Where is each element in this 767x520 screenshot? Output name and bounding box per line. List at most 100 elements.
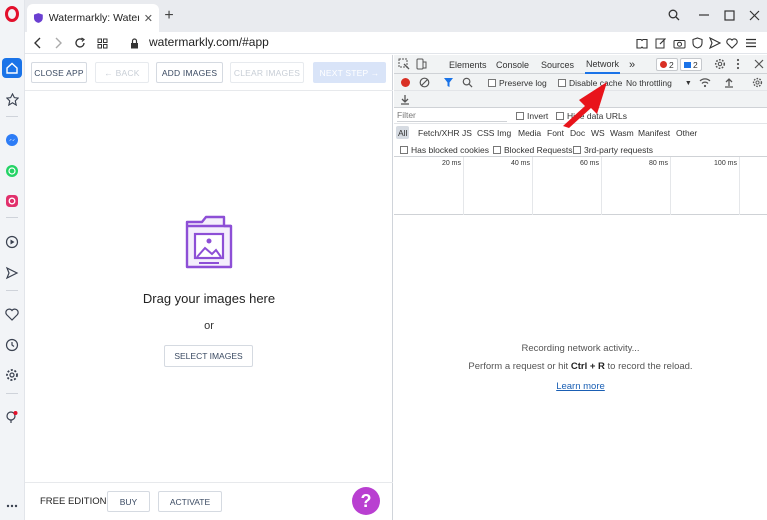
devtools-settings-icon[interactable] [714,58,726,70]
next-step-button[interactable]: NEXT STEP → [313,62,386,83]
timeline-gridline [601,157,602,215]
star-icon[interactable] [2,89,22,109]
camera-icon[interactable] [671,35,687,51]
reload-icon[interactable] [71,34,89,52]
drop-zone-title: Drag your images here [142,291,276,306]
tab-bar: Watermarkly: Watermark P ✕ + [25,0,767,32]
export-har-icon[interactable] [400,94,410,105]
tab-network[interactable]: Network [585,55,621,74]
throttling-select[interactable]: No throttling ▼ [626,78,692,88]
back-icon[interactable] [29,34,47,52]
tab-title: Watermarkly: Watermark P [48,12,139,24]
type-fetch-xhr[interactable]: Fetch/XHR [416,126,462,139]
recording-hint: Perform a request or hit Ctrl + R to rec… [394,361,767,372]
timeline-gridline [463,157,464,215]
settings-gear-icon[interactable] [2,365,22,385]
tab-console[interactable]: Console [496,55,529,74]
url-field[interactable]: watermarkly.com/#app [149,35,269,49]
tab-grid-icon[interactable] [93,34,111,52]
instagram-icon[interactable] [2,191,22,211]
browser-tab[interactable]: Watermarkly: Watermark P ✕ [27,4,159,32]
messenger-icon[interactable] [2,130,22,150]
has-blocked-cookies-checkbox[interactable]: Has blocked cookies [400,145,489,155]
blocked-requests-checkbox[interactable]: Blocked Requests [493,145,573,155]
vpn-shield-icon[interactable] [689,35,705,51]
help-button[interactable]: ? [352,487,380,515]
back-button[interactable]: ← BACK [95,62,149,83]
more-tabs-icon[interactable]: » [629,55,635,74]
invert-checkbox[interactable]: Invert [516,111,548,121]
sidebar-divider [6,393,18,394]
new-tab-button[interactable]: + [161,7,177,24]
hint-shortcut: Ctrl + R [570,361,605,372]
menu-icon[interactable] [743,35,759,51]
network-timeline: 20 ms 40 ms 60 ms 80 ms 100 ms [394,157,767,215]
select-images-button[interactable]: SELECT IMAGES [164,345,253,367]
opera-logo-icon[interactable] [2,4,22,24]
tab-elements[interactable]: Elements [449,55,487,74]
home-icon[interactable] [2,58,22,78]
devtools-close-icon[interactable] [754,59,764,69]
third-party-requests-checkbox[interactable]: 3rd-party requests [573,145,653,155]
drop-zone-or: or [204,320,214,332]
close-tab-icon[interactable]: ✕ [144,12,153,25]
type-img[interactable]: Img [495,126,513,139]
minimize-icon[interactable] [695,6,713,24]
more-icon[interactable] [2,496,22,516]
type-js[interactable]: JS [460,126,474,139]
type-all[interactable]: All [396,126,410,139]
invert-label: Invert [527,111,549,121]
bookmark-heart-icon[interactable] [724,35,740,51]
record-icon[interactable] [401,78,410,87]
type-other[interactable]: Other [674,126,699,139]
inspect-element-icon[interactable] [398,58,410,70]
message-count-badge[interactable]: 2 [680,58,702,71]
learn-more-link[interactable]: Learn more [394,381,767,392]
type-manifest[interactable]: Manifest [636,126,672,139]
close-window-icon[interactable] [745,6,763,24]
tips-bulb-icon[interactable] [2,407,22,427]
app-toolbar: CLOSE APP ← BACK ADD IMAGES CLEAR IMAGES… [25,55,393,91]
shield-icon [33,13,43,23]
maximize-icon[interactable] [720,6,738,24]
activate-button[interactable]: ACTIVATE [158,491,222,512]
edit-icon[interactable] [653,35,669,51]
clear-icon[interactable] [419,77,430,88]
timeline-tick-label: 60 ms [579,160,599,167]
preserve-log-checkbox[interactable]: Preserve log [488,78,547,88]
preserve-log-label: Preserve log [499,78,547,88]
search-icon[interactable] [462,77,473,88]
send-icon[interactable] [2,263,22,283]
share-send-icon[interactable] [707,35,723,51]
import-har-icon[interactable] [724,77,734,88]
clear-images-button[interactable]: CLEAR IMAGES [230,62,304,83]
reader-icon[interactable] [634,35,650,51]
type-css[interactable]: CSS [475,126,496,139]
third-party-requests-label: 3rd-party requests [584,145,653,155]
heart-icon[interactable] [2,304,22,324]
error-count-badge[interactable]: 2 [656,58,678,71]
forward-icon[interactable] [49,34,67,52]
whatsapp-icon[interactable] [2,161,22,181]
filter-funnel-icon[interactable] [443,77,454,88]
network-conditions-icon[interactable] [699,77,711,88]
app-footer: FREE EDITION BUY ACTIVATE ? [25,482,393,520]
timeline-tick-label: 20 ms [441,160,461,167]
hint-text-end: to record the reload. [604,361,693,372]
close-app-button[interactable]: CLOSE APP [31,62,87,83]
add-images-button[interactable]: ADD IMAGES [156,62,223,83]
hint-text-start: Perform a request or hit [468,361,571,372]
devtools-more-icon[interactable] [736,58,740,70]
device-toolbar-icon[interactable] [416,58,427,70]
sidebar-divider [6,116,18,117]
lock-icon[interactable] [125,34,143,52]
timeline-tick-label: 40 ms [510,160,530,167]
filter-input[interactable]: Filter [397,110,507,122]
buy-button[interactable]: BUY [107,491,150,512]
type-media[interactable]: Media [516,126,543,139]
search-icon[interactable] [665,6,683,24]
history-icon[interactable] [2,335,22,355]
network-settings-icon[interactable] [752,77,763,88]
player-icon[interactable] [2,232,22,252]
tab-sources[interactable]: Sources [541,55,574,74]
